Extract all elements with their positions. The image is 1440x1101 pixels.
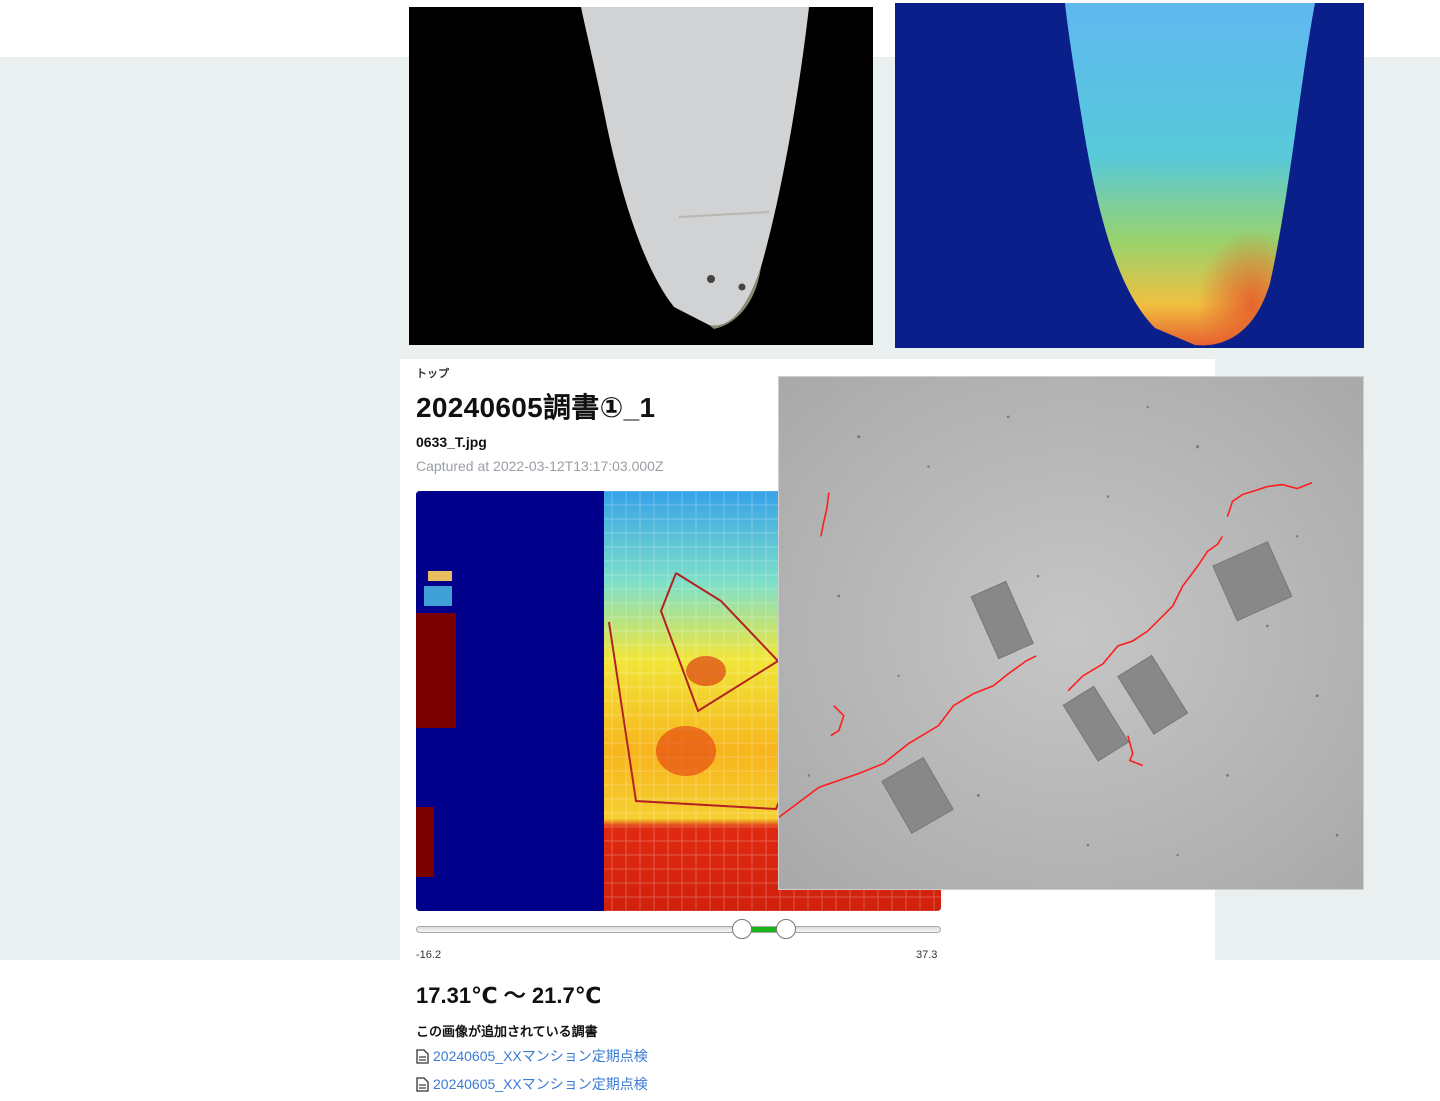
document-icon bbox=[416, 1048, 429, 1064]
crack-photo bbox=[778, 376, 1364, 890]
report-link[interactable]: 20240605_XXマンション定期点検 bbox=[416, 1074, 648, 1094]
slider-track[interactable] bbox=[416, 926, 941, 933]
blade-photo bbox=[409, 7, 873, 345]
report-link-label[interactable]: 20240605_XXマンション定期点検 bbox=[433, 1046, 648, 1066]
captured-timestamp: Captured at 2022-03-12T13:17:03.000Z bbox=[416, 458, 664, 474]
breadcrumb-top-link[interactable]: トップ bbox=[416, 365, 449, 381]
image-filename: 0633_T.jpg bbox=[416, 434, 487, 450]
reports-heading: この画像が追加されている調書 bbox=[416, 1024, 598, 1039]
temperature-range-slider[interactable] bbox=[416, 918, 941, 942]
blade-heatmap-photo bbox=[895, 3, 1364, 348]
page-title: 20240605調書①_1 bbox=[416, 392, 656, 423]
document-icon bbox=[416, 1076, 429, 1092]
slider-min-handle[interactable] bbox=[732, 919, 752, 939]
slider-max-label: 37.3 bbox=[916, 949, 938, 961]
report-link[interactable]: 20240605_XXマンション定期点検 bbox=[416, 1046, 648, 1066]
temperature-range-readout: 17.31℃ ～ 21.7℃ bbox=[416, 983, 602, 1008]
slider-min-label: -16.2 bbox=[416, 949, 442, 961]
slider-max-handle[interactable] bbox=[776, 919, 796, 939]
report-link-label[interactable]: 20240605_XXマンション定期点検 bbox=[433, 1074, 648, 1094]
